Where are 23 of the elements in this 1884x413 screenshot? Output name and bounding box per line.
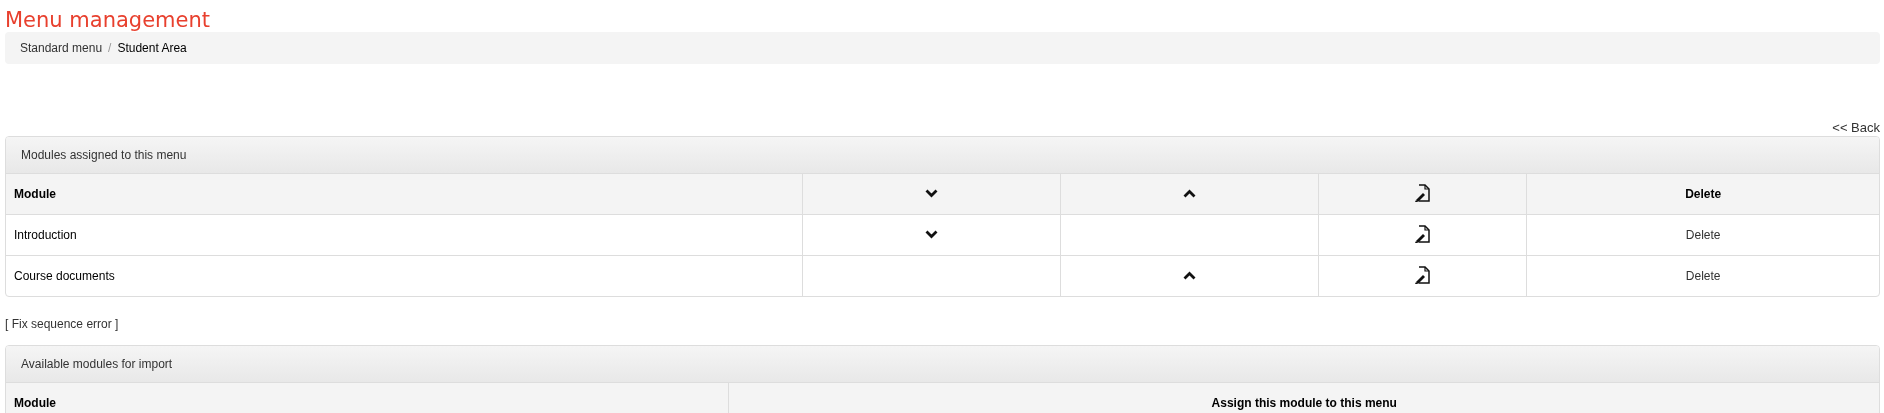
- column-header: Module: [6, 383, 729, 413]
- delete-link[interactable]: Delete: [1685, 228, 1721, 242]
- current-page-label: Student Area: [117, 41, 187, 55]
- back-link[interactable]: << Back: [1832, 120, 1880, 136]
- chevron-down-icon[interactable]: [924, 230, 938, 239]
- column-header: Assign this module to this menu: [728, 383, 1879, 413]
- breadcrumb-link[interactable]: Standard menu: [20, 41, 103, 55]
- module-cell: Introduction: [6, 214, 802, 256]
- column-header: Delete: [1526, 174, 1879, 215]
- edit-document-icon[interactable]: [1414, 265, 1432, 284]
- chevron-down-icon[interactable]: [924, 189, 938, 198]
- chevron-up-icon[interactable]: [1183, 189, 1197, 198]
- delete-link[interactable]: Delete: [1685, 269, 1721, 283]
- column-header: Module: [6, 174, 802, 215]
- panel-heading: Modules assigned to this menu: [21, 148, 187, 162]
- page-title: Menu management: [5, 7, 211, 32]
- breadcrumb-separator: /: [108, 41, 112, 55]
- edit-document-icon[interactable]: [1414, 224, 1432, 243]
- edit-document-icon[interactable]: [1414, 183, 1432, 202]
- fix-sequence-link[interactable]: [ Fix sequence error ]: [5, 317, 119, 331]
- chevron-up-icon[interactable]: [1183, 271, 1197, 280]
- module-cell: Course documents: [6, 255, 802, 296]
- panel-heading: Available modules for import: [21, 357, 173, 371]
